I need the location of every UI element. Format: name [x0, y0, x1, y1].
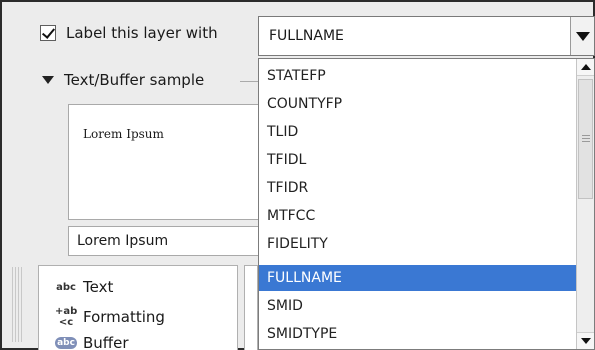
- category-label: Buffer: [83, 334, 129, 350]
- field-option[interactable]: STATEFP: [259, 63, 577, 89]
- scroll-up-button[interactable]: [577, 59, 594, 76]
- arrow-up-icon: [580, 64, 591, 70]
- settings-content-pane: [244, 265, 258, 350]
- field-dropdown-list[interactable]: STATEFP COUNTYFP TLID TFIDL TFIDR MTFCC …: [258, 58, 595, 350]
- category-label: Text: [83, 278, 114, 296]
- field-option[interactable]: SMID: [259, 293, 577, 319]
- buffer-abc-icon: abc: [55, 337, 77, 349]
- field-option[interactable]: TLID: [259, 119, 577, 145]
- field-option[interactable]: TFIDR: [259, 175, 577, 201]
- label-layer-checkbox[interactable]: [40, 25, 56, 41]
- field-option[interactable]: COUNTYFP: [259, 91, 577, 117]
- combo-dropdown-button[interactable]: [570, 17, 594, 55]
- field-option-selected[interactable]: FULLNAME: [259, 265, 577, 291]
- scroll-down-button[interactable]: [577, 332, 594, 349]
- splitter-grip[interactable]: [12, 267, 24, 342]
- arrow-down-icon: [580, 338, 591, 344]
- label-field-combo[interactable]: FULLNAME: [258, 16, 595, 56]
- category-label: Formatting: [83, 308, 165, 326]
- field-option[interactable]: MTFCC: [259, 203, 577, 229]
- section-title: Text/Buffer sample: [64, 71, 205, 89]
- sample-text-input[interactable]: Lorem Ipsum: [68, 226, 268, 256]
- formatting-icon: +ab <c: [55, 306, 78, 328]
- category-item-buffer[interactable]: abc Buffer: [55, 334, 129, 350]
- label-layer-label: Label this layer with: [66, 24, 218, 42]
- scrollbar-thumb[interactable]: [578, 79, 593, 199]
- dropdown-scrollbar[interactable]: [576, 59, 594, 349]
- text-buffer-section-header[interactable]: Text/Buffer sample: [42, 71, 204, 89]
- sample-preview-text: Lorem Ipsum: [83, 127, 164, 141]
- settings-category-list: abc Text +ab <c Formatting abc Buffer: [38, 265, 238, 350]
- field-option[interactable]: SMIDTYPE: [259, 321, 577, 347]
- category-item-formatting[interactable]: +ab <c Formatting: [55, 306, 165, 328]
- field-option[interactable]: FIDELITY: [259, 231, 577, 257]
- chevron-down-icon: [575, 31, 590, 41]
- label-layer-row[interactable]: Label this layer with: [40, 24, 218, 42]
- text-sample-preview: Lorem Ipsum: [68, 104, 268, 220]
- text-abc-icon: abc: [56, 281, 76, 293]
- collapse-caret-icon[interactable]: [42, 76, 54, 84]
- section-divider: [240, 81, 258, 82]
- label-settings-panel: Label this layer with FULLNAME Text/Buff…: [0, 0, 595, 350]
- label-field-value: FULLNAME: [269, 28, 344, 44]
- field-option[interactable]: TFIDL: [259, 147, 577, 173]
- category-item-text[interactable]: abc Text: [55, 278, 113, 296]
